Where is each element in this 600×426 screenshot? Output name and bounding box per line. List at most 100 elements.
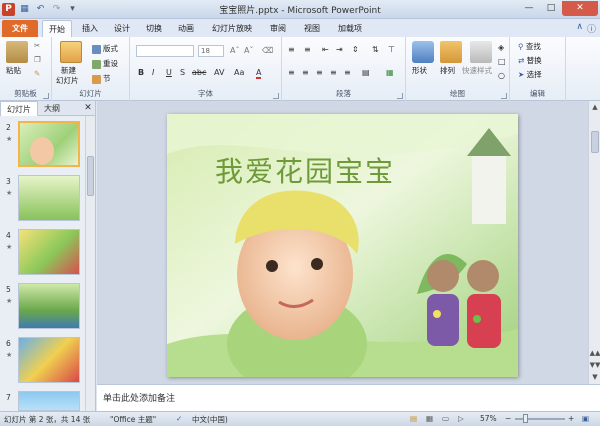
- tab-insert[interactable]: 插入: [76, 20, 104, 37]
- thumbnail-scrollbar[interactable]: [85, 116, 95, 411]
- underline-button[interactable]: U: [166, 68, 172, 77]
- section-button[interactable]: 节: [92, 73, 111, 84]
- increase-indent-icon[interactable]: ⇥: [336, 45, 343, 54]
- font-size-dropdown[interactable]: 18: [198, 45, 224, 57]
- align-text-icon[interactable]: ⊤: [388, 45, 395, 54]
- find-button[interactable]: ⚲ 查找: [518, 41, 541, 52]
- thumbnail-slide-5[interactable]: 5 ★: [0, 283, 86, 337]
- drawing-launcher-icon[interactable]: [501, 93, 507, 99]
- font-color-button[interactable]: A: [256, 68, 262, 79]
- scroll-up-icon[interactable]: ▲: [589, 103, 600, 111]
- shapes-button[interactable]: 形状: [412, 65, 427, 76]
- scroll-down-icon[interactable]: ▼: [589, 373, 600, 381]
- paragraph-launcher-icon[interactable]: [397, 93, 403, 99]
- pane-close-icon[interactable]: ✕: [81, 101, 95, 115]
- columns-icon[interactable]: ▤: [362, 68, 370, 77]
- cut-icon[interactable]: ✂: [34, 41, 40, 50]
- shape-outline-icon[interactable]: □: [498, 57, 506, 66]
- scrollbar-thumb[interactable]: [87, 156, 94, 196]
- copy-icon[interactable]: ❐: [34, 55, 41, 64]
- format-painter-icon[interactable]: ✎: [34, 69, 40, 78]
- italic-button[interactable]: I: [152, 68, 154, 77]
- thumbnail-slide-7[interactable]: 7: [0, 391, 86, 411]
- help-icon[interactable]: ⓘ: [587, 22, 596, 35]
- shape-effects-icon[interactable]: ○: [498, 71, 505, 80]
- slide-scrollbar-thumb[interactable]: [591, 131, 599, 153]
- slideshow-view-icon[interactable]: ▷: [458, 414, 464, 423]
- align-right-icon[interactable]: ≡: [316, 68, 323, 77]
- paste-icon[interactable]: [6, 41, 28, 63]
- shrink-font-icon[interactable]: Aˇ: [244, 46, 253, 55]
- new-slide-label-2[interactable]: 幻灯片: [56, 75, 79, 86]
- prev-slide-icon[interactable]: ▲▲: [589, 349, 600, 357]
- tab-design[interactable]: 设计: [108, 20, 136, 37]
- clear-format-icon[interactable]: ⌫: [262, 46, 273, 55]
- replace-button[interactable]: ⇄ 替换: [518, 55, 542, 66]
- arrange-button[interactable]: 排列: [440, 65, 455, 76]
- bold-button[interactable]: B: [138, 68, 144, 77]
- paste-button[interactable]: 粘贴: [6, 65, 21, 76]
- bullets-icon[interactable]: ≡: [288, 45, 295, 54]
- shadow-button[interactable]: S: [180, 68, 185, 77]
- shape-fill-icon[interactable]: ◈: [498, 43, 504, 52]
- grow-font-icon[interactable]: Aˆ: [230, 46, 239, 55]
- tab-view[interactable]: 视图: [298, 20, 326, 37]
- thumbnail-slide-6[interactable]: 6 ★: [0, 337, 86, 391]
- text-direction-icon[interactable]: ⇅: [372, 45, 379, 54]
- font-launcher-icon[interactable]: [273, 93, 279, 99]
- line-spacing-icon[interactable]: ⇕: [352, 45, 359, 54]
- fit-to-window-icon[interactable]: ▣: [582, 414, 589, 423]
- tab-file[interactable]: 文件: [2, 20, 38, 37]
- quick-styles-icon[interactable]: [470, 41, 492, 63]
- char-spacing-button[interactable]: AV: [214, 68, 224, 77]
- slide-scrollbar[interactable]: ▲ ▲▲ ▼▼ ▼: [588, 101, 600, 384]
- minimize-icon[interactable]: —: [518, 1, 540, 16]
- font-name-dropdown[interactable]: [136, 45, 194, 59]
- strikethrough-button[interactable]: abc: [192, 68, 206, 77]
- notes-pane[interactable]: 单击此处添加备注: [97, 384, 600, 411]
- zoom-out-icon[interactable]: −: [505, 414, 511, 423]
- reset-button[interactable]: 重设: [92, 58, 118, 69]
- arrange-icon[interactable]: [440, 41, 462, 63]
- align-left-icon[interactable]: ≡: [288, 68, 295, 77]
- numbering-icon[interactable]: ≡: [304, 45, 311, 54]
- normal-view-icon[interactable]: ▤: [410, 414, 417, 423]
- clipboard-launcher-icon[interactable]: [43, 93, 49, 99]
- select-button[interactable]: ➤ 选择: [518, 69, 542, 80]
- tab-slides-pane[interactable]: 幻灯片: [0, 101, 38, 116]
- align-center-icon[interactable]: ≡: [302, 68, 309, 77]
- tab-review[interactable]: 审阅: [264, 20, 292, 37]
- maximize-icon[interactable]: □: [540, 1, 562, 16]
- justify-icon[interactable]: ≡: [330, 68, 337, 77]
- minimize-ribbon-icon[interactable]: ∧: [576, 22, 583, 35]
- tab-outline-pane[interactable]: 大纲: [38, 101, 66, 116]
- thumbnail-slide-3[interactable]: 3 ★: [0, 175, 86, 229]
- decrease-indent-icon[interactable]: ⇤: [322, 45, 329, 54]
- slide-sorter-icon[interactable]: ▦: [426, 414, 433, 423]
- tab-addins[interactable]: 加载项: [332, 20, 368, 37]
- shapes-icon[interactable]: [412, 41, 434, 63]
- layout-button[interactable]: 版式: [92, 43, 118, 54]
- tab-slideshow[interactable]: 幻灯片放映: [206, 20, 258, 37]
- language-indicator[interactable]: 中文(中国): [192, 414, 228, 425]
- thumbnail-slide-2[interactable]: 2 ★: [0, 121, 86, 175]
- close-icon[interactable]: ✕: [562, 1, 598, 16]
- spellcheck-icon[interactable]: ✓: [176, 414, 182, 423]
- slide-title[interactable]: 我爱花园宝宝: [215, 150, 395, 190]
- tab-transitions[interactable]: 切换: [140, 20, 168, 37]
- theme-name[interactable]: "Office 主题": [110, 414, 156, 425]
- reading-view-icon[interactable]: ▭: [442, 414, 449, 423]
- distributed-icon[interactable]: ≡: [344, 68, 351, 77]
- quick-styles-button[interactable]: 快速样式: [462, 65, 492, 76]
- zoom-slider-thumb[interactable]: [523, 414, 528, 423]
- tab-home[interactable]: 开始: [42, 20, 72, 37]
- new-slide-icon[interactable]: [60, 41, 82, 63]
- next-slide-icon[interactable]: ▼▼: [589, 361, 600, 369]
- smartart-icon[interactable]: ▦: [386, 68, 394, 77]
- current-slide[interactable]: 我爱花园宝宝: [167, 114, 518, 377]
- change-case-button[interactable]: Aa: [234, 68, 244, 77]
- zoom-in-icon[interactable]: +: [568, 414, 574, 423]
- zoom-level[interactable]: 57%: [480, 414, 497, 423]
- thumbnail-slide-4[interactable]: 4 ★: [0, 229, 86, 283]
- tab-animations[interactable]: 动画: [172, 20, 200, 37]
